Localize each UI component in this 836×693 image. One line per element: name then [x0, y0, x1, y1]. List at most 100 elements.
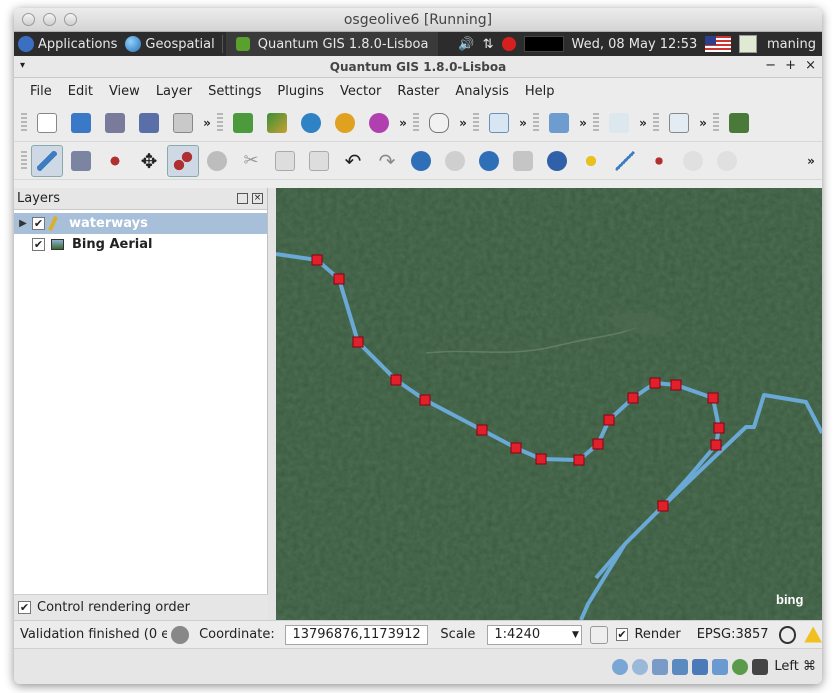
digitize-plugin-icon[interactable] — [603, 107, 635, 139]
vertex-marker[interactable] — [476, 424, 488, 436]
add-part-icon[interactable] — [473, 145, 505, 177]
toolbar-grip[interactable] — [653, 112, 659, 133]
map-canvas[interactable]: bing — [276, 188, 822, 620]
applications-menu[interactable]: Applications — [14, 32, 121, 56]
toolbar-grip[interactable] — [593, 112, 599, 133]
menu-vector[interactable]: Vector — [332, 84, 389, 99]
save-as-icon[interactable] — [133, 107, 165, 139]
menu-edit[interactable]: Edit — [60, 84, 101, 99]
toolbar-grip[interactable] — [21, 112, 27, 133]
toolbar-overflow-icon[interactable]: » — [200, 116, 214, 130]
menu-raster[interactable]: Raster — [389, 84, 447, 99]
menu-file[interactable]: File — [22, 84, 60, 99]
warning-icon[interactable] — [804, 626, 822, 643]
add-feature-icon[interactable] — [99, 145, 131, 177]
minimize-icon[interactable]: − — [765, 58, 776, 73]
simplify-feature-icon[interactable] — [405, 145, 437, 177]
stop-render-icon[interactable] — [589, 625, 608, 644]
control-rendering-order[interactable]: ✔ Control rendering order — [14, 594, 268, 620]
volume-icon[interactable]: 🔊 — [454, 32, 478, 56]
menu-plugins[interactable]: Plugins — [269, 84, 332, 99]
toolbar-grip[interactable] — [21, 150, 27, 171]
vertex-marker[interactable] — [311, 254, 323, 266]
merge-attributes-icon[interactable] — [711, 145, 743, 177]
toolbar-grip[interactable] — [713, 112, 719, 133]
save-project-icon[interactable] — [99, 107, 131, 139]
new-project-icon[interactable] — [31, 107, 63, 139]
add-postgis-layer-icon[interactable] — [295, 107, 327, 139]
folder-icon[interactable] — [692, 658, 709, 675]
scale-combo[interactable]: 1:4240 ▼ — [487, 624, 582, 645]
vertex-marker[interactable] — [649, 377, 661, 389]
layer-visibility-checkbox[interactable]: ✔ — [32, 217, 45, 230]
vertex-marker[interactable] — [333, 273, 345, 285]
clock[interactable]: Wed, 08 May 12:53 — [568, 32, 702, 56]
toolbar-overflow-icon[interactable]: » — [636, 116, 650, 130]
geospatial-menu[interactable]: Geospatial — [121, 32, 218, 56]
vertex-marker[interactable] — [510, 442, 522, 454]
toolbar-grip[interactable] — [473, 112, 479, 133]
disk-icon[interactable] — [612, 658, 629, 675]
float-panel-icon[interactable] — [237, 193, 248, 204]
toolbar-overflow-icon[interactable]: » — [396, 116, 410, 130]
node-tool-icon[interactable] — [167, 144, 199, 177]
menu-help[interactable]: Help — [517, 84, 563, 99]
undo-icon[interactable]: ↶ — [337, 145, 369, 177]
delete-selected-icon[interactable] — [201, 145, 233, 177]
vertex-marker[interactable] — [573, 454, 585, 466]
toolbar-overflow-icon[interactable]: » — [696, 116, 710, 130]
messages-icon[interactable] — [171, 625, 190, 644]
control-rendering-order-checkbox[interactable]: ✔ — [18, 601, 31, 614]
print-composer-icon[interactable] — [167, 107, 199, 139]
qgis-tray-icon[interactable] — [735, 32, 761, 56]
toolbar-overflow-icon[interactable]: » — [456, 116, 470, 130]
expand-arrow-icon[interactable]: ▶ — [14, 218, 32, 229]
save-edits-icon[interactable] — [65, 145, 97, 177]
vertex-marker[interactable] — [707, 392, 719, 404]
delete-part-icon[interactable] — [541, 145, 573, 177]
offset-curve-icon[interactable] — [609, 145, 641, 177]
vertex-marker[interactable] — [419, 394, 431, 406]
move-feature-icon[interactable]: ✥ — [133, 145, 165, 177]
split-features-icon[interactable] — [643, 145, 675, 177]
network-icon[interactable]: ⇅ — [479, 32, 498, 56]
toolbar-overflow-icon[interactable]: » — [576, 116, 590, 130]
maximize-icon[interactable]: + — [785, 58, 796, 73]
vertex-marker[interactable] — [710, 439, 722, 451]
pen-icon[interactable] — [652, 658, 669, 675]
add-ring-icon[interactable] — [439, 145, 471, 177]
layer-item-bing-aerial[interactable]: ✔ Bing Aerial — [14, 234, 267, 255]
layer-visibility-checkbox[interactable]: ✔ — [32, 238, 45, 251]
usb-icon[interactable] — [732, 658, 749, 675]
cut-features-icon[interactable]: ✂ — [235, 145, 267, 177]
taskbar-qgis[interactable]: Quantum GIS 1.8.0-Lisboa — [225, 32, 439, 56]
vertex-marker[interactable] — [390, 374, 402, 386]
toolbar-grip[interactable] — [413, 112, 419, 133]
toolbar-grip[interactable] — [217, 112, 223, 133]
vertex-marker[interactable] — [535, 453, 547, 465]
toggle-editing-icon[interactable] — [31, 144, 63, 177]
pan-hand-icon[interactable] — [423, 107, 455, 139]
epsg-label[interactable]: EPSG:3857 — [697, 627, 769, 642]
vertex-marker[interactable] — [603, 414, 615, 426]
vertex-marker[interactable] — [592, 438, 604, 450]
copy-features-icon[interactable] — [269, 145, 301, 177]
toolbar-overflow-icon[interactable]: » — [804, 154, 818, 168]
layer-item-waterways[interactable]: ▶ ✔ waterways — [14, 213, 267, 234]
redo-icon[interactable]: ↷ — [371, 145, 403, 177]
vertex-marker[interactable] — [713, 422, 725, 434]
update-notifier-icon[interactable] — [498, 32, 520, 56]
add-mssql-layer-icon[interactable] — [363, 107, 395, 139]
crs-icon[interactable] — [778, 625, 797, 644]
label-abc-icon[interactable] — [663, 107, 695, 139]
menu-settings[interactable]: Settings — [200, 84, 269, 99]
toolbar-grip[interactable] — [533, 112, 539, 133]
vertex-marker[interactable] — [627, 392, 639, 404]
vertex-marker[interactable] — [657, 500, 669, 512]
render-checkbox[interactable]: ✔ — [615, 628, 629, 641]
menu-layer[interactable]: Layer — [148, 84, 200, 99]
coordinate-field[interactable]: 13796876,1173912 — [284, 624, 429, 645]
paste-features-icon[interactable] — [303, 145, 335, 177]
add-spatialite-layer-icon[interactable] — [329, 107, 361, 139]
user-menu[interactable]: maning — [763, 32, 822, 56]
